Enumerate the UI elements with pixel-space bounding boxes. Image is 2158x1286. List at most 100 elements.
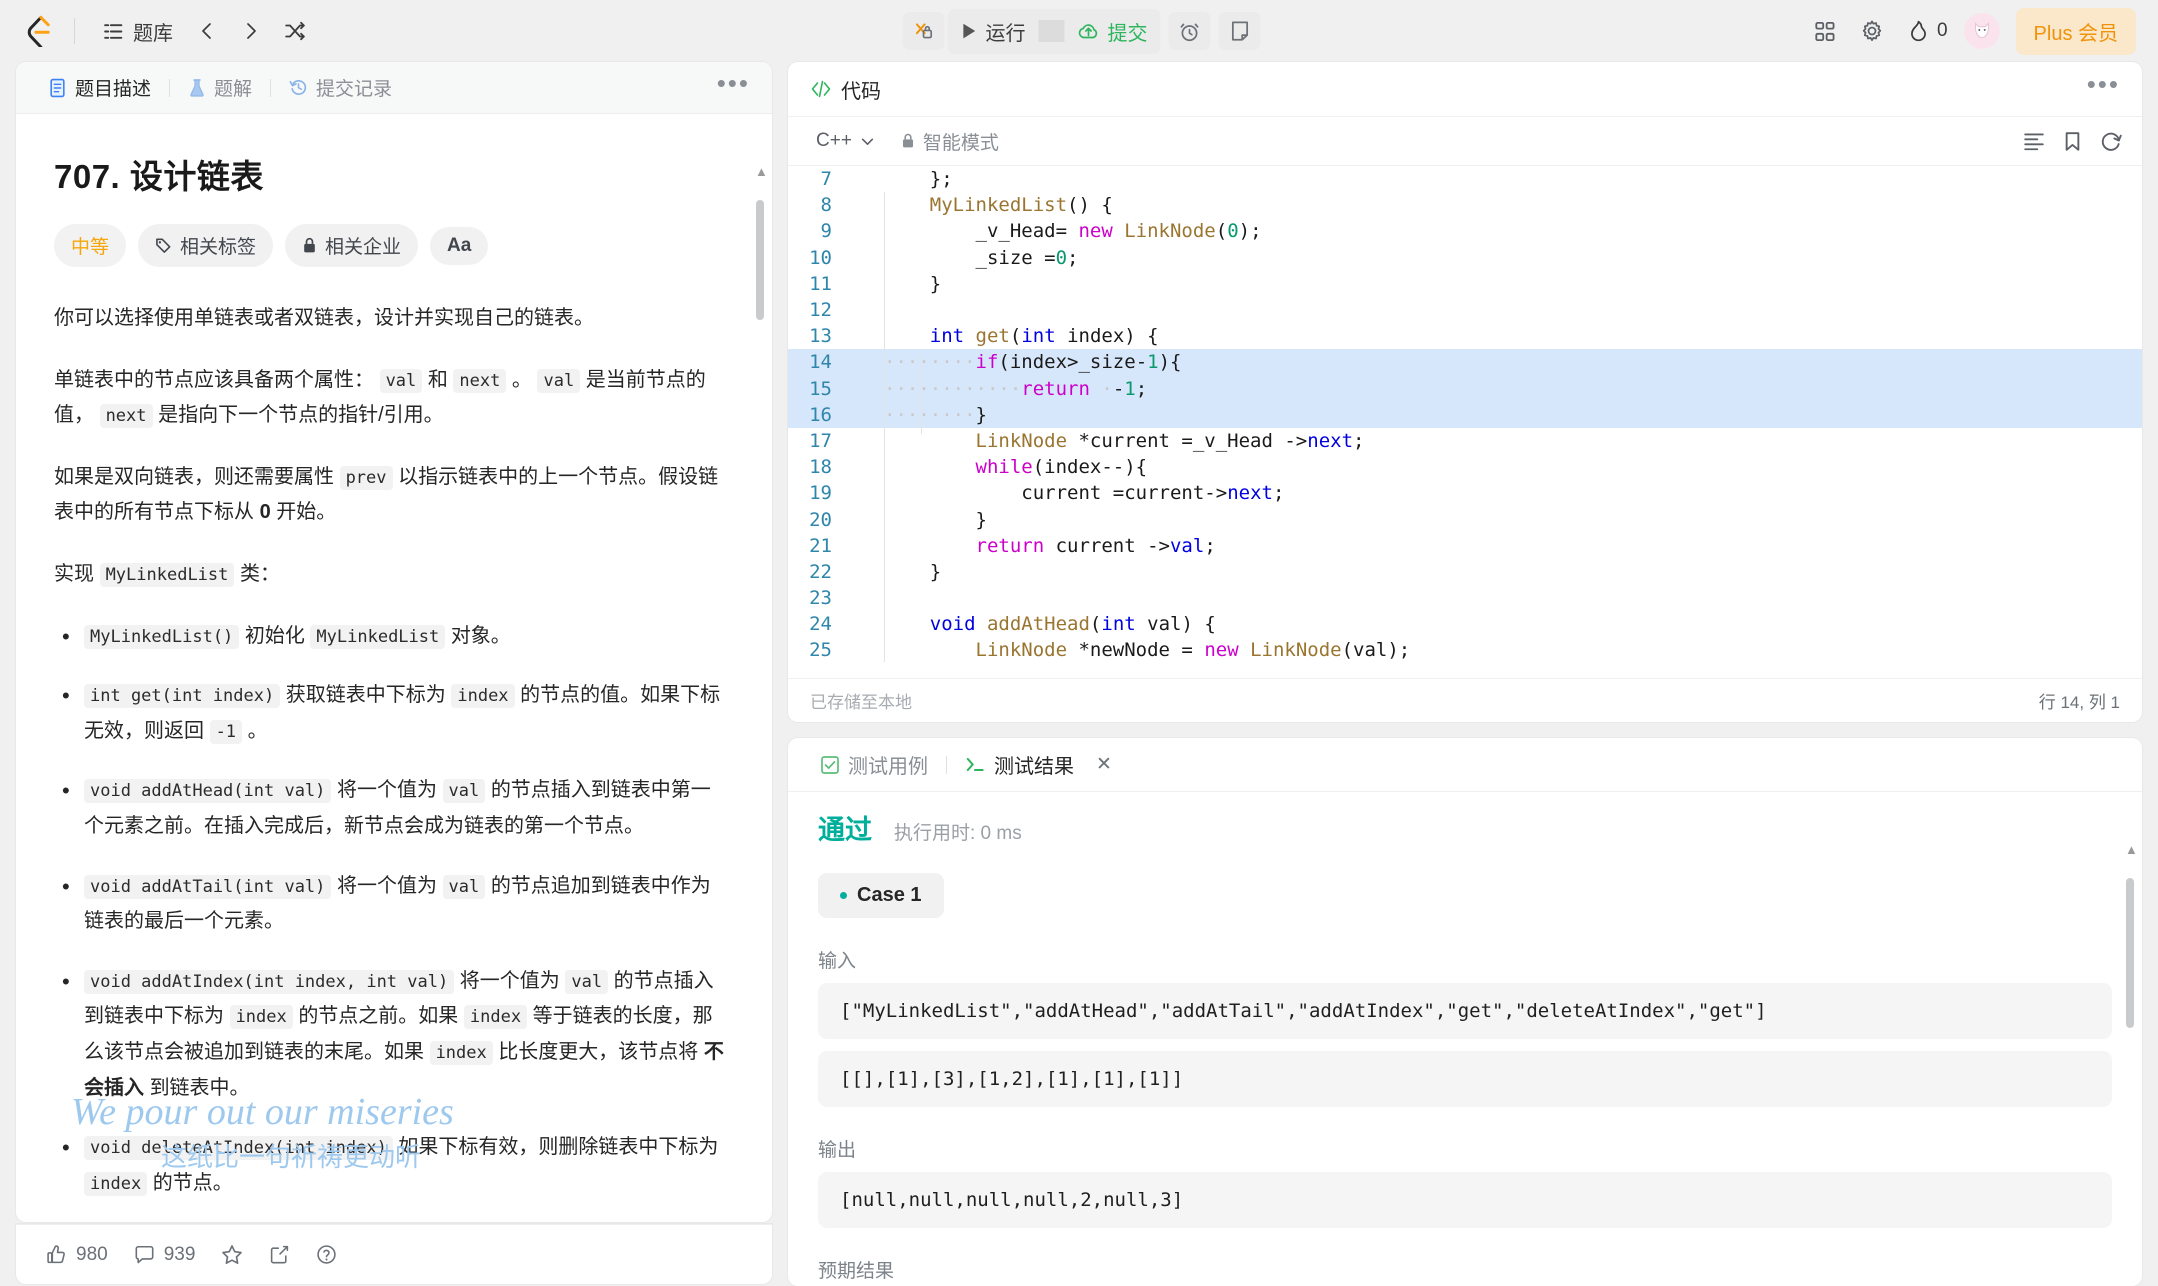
code-line-text[interactable]: return current ->val; [860, 535, 2142, 557]
code-line[interactable]: 22 } [788, 559, 2142, 585]
code-line[interactable]: 24 void addAtHead(int val) { [788, 611, 2142, 637]
code-line[interactable]: 23 [788, 585, 2142, 611]
language-selector[interactable]: C++ [808, 126, 883, 156]
checkbox-icon [821, 755, 839, 774]
p3-text-a: 如果是双向链表，则还需要属性 [54, 465, 334, 488]
help-button[interactable] [316, 1244, 337, 1265]
code-line[interactable]: 15 ············return ·-1; [788, 375, 2142, 402]
code-line[interactable]: 16 ········} [788, 401, 2142, 428]
description-scrollbar[interactable]: ▲ ▼ [755, 164, 768, 1222]
debug-button[interactable] [902, 12, 945, 50]
code-line-text[interactable]: } [860, 509, 2142, 531]
code-line-text[interactable]: MyLinkedList() { [860, 194, 2142, 216]
problem-description-panel: 题目描述 题解 提交记录 ••• 707. 设计链表 中等 相关标签 相关企业 … [16, 62, 772, 1222]
tab-description[interactable]: 题目描述 [38, 69, 161, 106]
line-number: 17 [809, 429, 832, 452]
case-tab-1[interactable]: Case 1 [818, 873, 944, 918]
list-item: void deleteAtIndex(int index) 如果下标有效，则删除… [54, 1128, 728, 1201]
line-number: 19 [809, 482, 832, 505]
avatar[interactable] [1963, 13, 2000, 49]
leetcode-logo-icon[interactable] [22, 14, 56, 48]
code-line-text[interactable]: void addAtHead(int val) { [860, 613, 2142, 635]
code-line-text[interactable]: LinkNode *newNode = new LinkNode(val); [860, 639, 2142, 661]
code-line[interactable]: 8 MyLinkedList() { [788, 192, 2142, 218]
tab-test-result[interactable]: 测试结果 [955, 745, 1084, 784]
description-icon [50, 78, 65, 97]
reset-code-button[interactable] [2100, 131, 2122, 152]
scrollbar-thumb[interactable] [2126, 878, 2134, 1028]
prev-problem-button[interactable] [187, 12, 227, 50]
submit-button[interactable]: 提交 [1065, 9, 1161, 54]
next-problem-button[interactable] [231, 12, 271, 50]
code-line-text[interactable]: while(index--){ [860, 456, 2142, 478]
tab-submissions[interactable]: 提交记录 [279, 69, 402, 106]
code-line-text[interactable]: _size =0; [860, 247, 2142, 269]
code-line[interactable]: 11 } [788, 271, 2142, 297]
code-line[interactable]: 12 [788, 297, 2142, 323]
debug-lock-icon [915, 23, 933, 39]
code-line-text[interactable]: current =current->next; [860, 482, 2142, 504]
line-number: 22 [809, 560, 832, 583]
favorite-button[interactable] [221, 1244, 243, 1266]
line-number: 16 [809, 403, 832, 426]
code-editor[interactable]: 7 }; 8 MyLinkedList() {9 _v_Head= new Lin… [788, 166, 2142, 678]
code-line[interactable]: 13 int get(int index) { [788, 323, 2142, 349]
code-line[interactable]: 9 _v_Head= new LinkNode(0); [788, 218, 2142, 244]
problem-list-button[interactable]: 题库 [93, 10, 183, 53]
code-line-text[interactable]: } [860, 561, 2142, 583]
result-scrollbar[interactable]: ▲ ▼ [2125, 842, 2138, 1286]
problem-panel-more-button[interactable]: ••• [717, 70, 750, 98]
code-line-text[interactable]: LinkNode *current =_v_Head ->next; [860, 430, 2142, 452]
note-button[interactable] [1218, 12, 1261, 50]
scrollbar-thumb[interactable] [756, 200, 764, 320]
p2-code-val2: val [537, 368, 581, 393]
share-icon [271, 1245, 289, 1264]
problem-list-label: 题库 [133, 22, 173, 45]
close-result-tab-button[interactable]: ✕ [1096, 753, 1112, 776]
apps-button[interactable] [1806, 12, 1846, 50]
like-button[interactable]: 980 [46, 1244, 108, 1266]
code-line-text[interactable]: } [860, 273, 2142, 295]
tab-testcase[interactable]: 测试用例 [810, 745, 938, 784]
code-line[interactable]: 19 current =current->next; [788, 480, 2142, 506]
list-item: void addAtIndex(int index, int val) 将一个值… [54, 962, 728, 1106]
chevron-down-icon [861, 138, 874, 145]
code-line[interactable]: 14 ········if(index>_size-1){ [788, 349, 2142, 376]
code-line[interactable]: 10 _size =0; [788, 245, 2142, 271]
shuffle-icon [285, 21, 305, 41]
tab-solutions[interactable]: 题解 [178, 69, 262, 106]
streak-counter[interactable]: 0 [1898, 13, 1958, 50]
difficulty-badge[interactable]: 中等 [54, 224, 127, 267]
code-line[interactable]: 18 while(index--){ [788, 454, 2142, 480]
plus-membership-button[interactable]: Plus 会员 [2015, 7, 2136, 55]
translate-button[interactable]: Aa [430, 226, 489, 265]
scroll-up-arrow[interactable]: ▲ [2125, 842, 2138, 857]
code-line[interactable]: 21 return current ->val; [788, 533, 2142, 559]
smart-mode-toggle[interactable]: 智能模式 [901, 128, 999, 155]
share-button[interactable] [269, 1244, 290, 1265]
code-line[interactable]: 20 } [788, 506, 2142, 532]
related-tags-button[interactable]: 相关标签 [138, 224, 274, 267]
bookmark-button[interactable] [2063, 131, 2082, 152]
code-line[interactable]: 17 LinkNode *current =_v_Head ->next; [788, 428, 2142, 454]
scroll-up-arrow[interactable]: ▲ [755, 164, 768, 179]
related-companies-button[interactable]: 相关企业 [285, 224, 419, 267]
code-line-text[interactable]: ········} [860, 404, 2142, 426]
code-status-bar: 已存储至本地 行 14, 列 1 [788, 678, 2142, 722]
code-line[interactable]: 7 }; [788, 166, 2142, 192]
code-panel-more-button[interactable]: ••• [2087, 71, 2120, 99]
comment-button[interactable]: 939 [134, 1244, 195, 1266]
run-button[interactable]: 运行 [948, 9, 1039, 54]
shuffle-button[interactable] [275, 12, 315, 50]
code-line-text[interactable]: ············return ·-1; [860, 378, 2142, 400]
code-line-text[interactable]: _v_Head= new LinkNode(0); [860, 220, 2142, 242]
code-line-text[interactable]: int get(int index) { [860, 325, 2142, 347]
code-line[interactable]: 25 LinkNode *newNode = new LinkNode(val)… [788, 637, 2142, 663]
like-count: 980 [76, 1243, 108, 1265]
code-line-text[interactable]: }; [860, 168, 2142, 190]
timer-button[interactable] [1168, 12, 1211, 50]
method-sig: void addAtIndex(int index, int val) [84, 969, 455, 994]
settings-button[interactable] [1852, 12, 1892, 50]
format-code-button[interactable] [2023, 131, 2045, 151]
code-line-text[interactable]: ········if(index>_size-1){ [860, 351, 2142, 373]
